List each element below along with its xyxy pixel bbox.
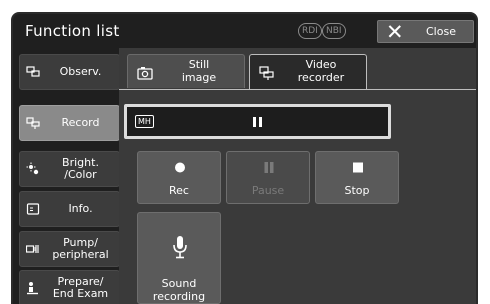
close-button[interactable]: ✕ Close (377, 20, 474, 43)
observation-icon (26, 66, 40, 77)
info-icon (26, 203, 40, 215)
recording-status-bar: MH (124, 104, 391, 139)
pause-indicator-icon (253, 117, 262, 127)
sidebar-item-label: Observ. (59, 65, 102, 78)
camera-icon (137, 67, 153, 80)
tab-still-image[interactable]: Still image (127, 54, 245, 88)
tab-label: Still image (181, 58, 217, 84)
sidebar-item-observ[interactable]: Observ. (19, 54, 120, 90)
sidebar-item-pump-peripheral[interactable]: Pump/ peripheral (19, 231, 120, 267)
tab-video-recorder[interactable]: Video recorder (249, 54, 367, 90)
sound-recording-label: Sound recording (152, 277, 206, 303)
close-button-label: Close (426, 25, 456, 38)
pause-button[interactable]: Pause (226, 151, 310, 204)
record-dot-icon (175, 162, 185, 173)
sidebar-item-prepare-end-exam[interactable]: Prepare/ End Exam (19, 270, 120, 304)
sidebar-item-bright-color[interactable]: Bright. /Color (19, 151, 120, 187)
prepare-icon (27, 282, 38, 295)
stop-button-label: Stop (344, 184, 370, 197)
pump-icon (26, 245, 39, 253)
sound-recording-button[interactable]: Sound recording (137, 212, 221, 304)
pause-button-label: Pause (251, 184, 285, 197)
sidebar-item-label: Info. (68, 202, 93, 215)
function-list-window: Function list RDI NBI ✕ Close Observ. Re… (11, 12, 478, 304)
sidebar-item-label: Pump/ peripheral (52, 236, 109, 261)
window-title: Function list (25, 22, 120, 40)
pause-icon (264, 162, 274, 173)
close-icon: ✕ (386, 20, 404, 44)
tab-label: Video recorder (297, 58, 345, 84)
rec-button-label: Rec (169, 184, 189, 197)
video-recorder-icon (259, 66, 274, 80)
sidebar-item-label: Record (61, 116, 100, 129)
sidebar-item-label: Prepare/ End Exam (52, 275, 109, 300)
record-icon (26, 117, 40, 129)
sidebar-item-info[interactable]: Info. (19, 191, 120, 227)
nbi-badge: NBI (322, 23, 346, 39)
brightness-icon (26, 162, 39, 175)
rec-button[interactable]: Rec (137, 151, 221, 204)
sidebar-item-record[interactable]: Record (19, 105, 120, 141)
sidebar-item-label: Bright. /Color (62, 156, 99, 181)
title-bar: Function list RDI NBI ✕ Close (13, 14, 476, 48)
sidebar: Observ. Record Bright. /Color Info. Pump… (13, 48, 120, 304)
stop-icon (353, 162, 363, 173)
stop-button[interactable]: Stop (315, 151, 399, 204)
main-panel: Still image Video recorder MH Rec Pause … (119, 48, 476, 304)
media-label: MH (135, 115, 154, 128)
microphone-icon (173, 236, 187, 259)
rdi-badge: RDI (298, 23, 322, 39)
tab-divider (119, 89, 476, 90)
